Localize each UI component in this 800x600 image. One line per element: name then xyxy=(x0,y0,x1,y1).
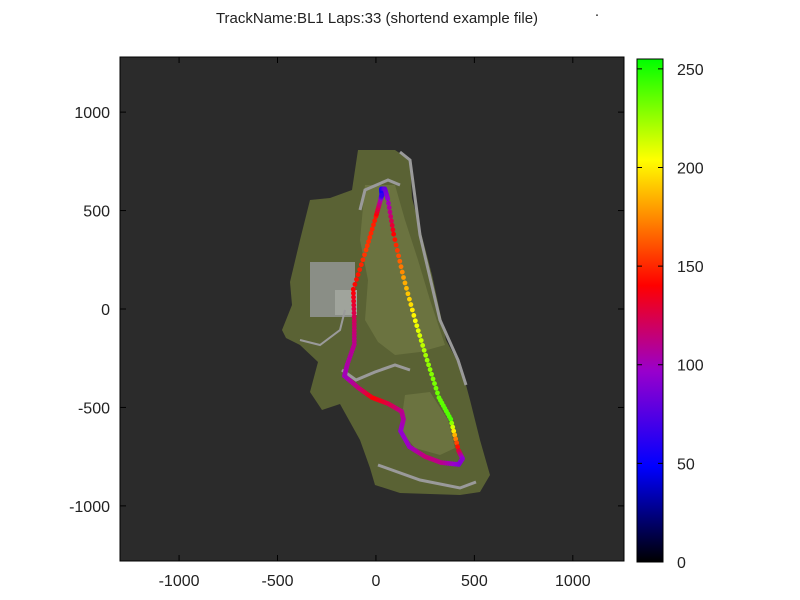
chart-title: TrackName:BL1 Laps:33 (shortend example … xyxy=(216,10,538,27)
data-point xyxy=(369,226,375,232)
data-point xyxy=(414,323,420,329)
data-point xyxy=(387,209,393,215)
data-point xyxy=(398,264,404,270)
chart: TrackName:BL1 Laps:33 (shortend example … xyxy=(69,6,704,590)
data-point xyxy=(354,277,359,282)
x-tick-label: -1000 xyxy=(159,573,200,590)
data-point xyxy=(389,218,394,224)
data-point xyxy=(366,239,371,244)
data-point xyxy=(408,302,414,307)
colorbar-tick-label: 150 xyxy=(677,259,704,276)
colorbar-tick-label: 50 xyxy=(677,456,695,473)
data-point xyxy=(372,218,378,224)
data-point xyxy=(427,367,433,372)
data-point xyxy=(390,227,396,233)
data-point xyxy=(424,357,430,363)
y-tick-label: 0 xyxy=(101,302,110,319)
y-tick-label: -500 xyxy=(78,400,110,417)
data-point xyxy=(371,222,376,228)
data-point xyxy=(379,192,385,198)
data-point xyxy=(362,252,367,258)
x-tick-label: -500 xyxy=(261,573,293,590)
data-point xyxy=(432,381,437,386)
y-tick-label: 500 xyxy=(83,204,110,221)
data-point xyxy=(363,247,369,253)
data-point xyxy=(394,248,400,253)
data-point xyxy=(433,385,439,391)
data-point xyxy=(396,253,401,259)
data-point xyxy=(397,258,403,264)
data-point xyxy=(418,338,424,343)
data-point xyxy=(404,285,409,291)
data-point xyxy=(367,234,373,240)
data-point xyxy=(357,267,363,273)
data-point xyxy=(388,214,394,219)
data-point xyxy=(423,352,429,358)
data-point xyxy=(391,231,397,237)
colorbar-tick-label: 200 xyxy=(677,160,704,177)
data-point xyxy=(407,296,412,302)
x-tick-label: 1000 xyxy=(555,573,591,590)
data-point xyxy=(411,312,417,318)
x-tick-label: 500 xyxy=(461,573,488,590)
colorbar-tick-label: 0 xyxy=(677,555,686,572)
data-point xyxy=(421,347,427,353)
data-point xyxy=(386,200,391,206)
data-point xyxy=(393,242,399,248)
legend-key-marker: · xyxy=(595,6,600,23)
data-point xyxy=(399,269,405,275)
colorbar xyxy=(636,58,664,563)
data-point xyxy=(420,343,426,348)
colorbar-tick-label: 250 xyxy=(677,62,704,79)
data-point xyxy=(417,333,423,338)
data-point xyxy=(409,307,415,313)
data-point xyxy=(415,328,421,334)
data-point xyxy=(405,291,411,297)
data-point xyxy=(385,196,391,202)
data-point xyxy=(429,371,434,377)
data-point xyxy=(389,222,395,228)
y-tick-label: 1000 xyxy=(74,105,110,122)
data-point xyxy=(355,272,361,277)
data-point xyxy=(386,205,392,211)
data-point xyxy=(392,237,398,243)
data-point xyxy=(368,230,374,236)
data-point xyxy=(358,262,364,268)
x-tick-label: 0 xyxy=(371,573,380,590)
data-point xyxy=(430,376,436,382)
data-point xyxy=(412,318,418,324)
colorbar-tick-label: 100 xyxy=(677,358,704,375)
data-point xyxy=(402,280,408,286)
data-point xyxy=(352,281,358,287)
data-point xyxy=(401,275,406,280)
data-point xyxy=(360,257,366,263)
data-point xyxy=(426,362,432,368)
y-tick-label: -1000 xyxy=(69,499,110,516)
data-point xyxy=(435,390,440,396)
data-point xyxy=(350,286,356,292)
data-point xyxy=(364,243,370,249)
